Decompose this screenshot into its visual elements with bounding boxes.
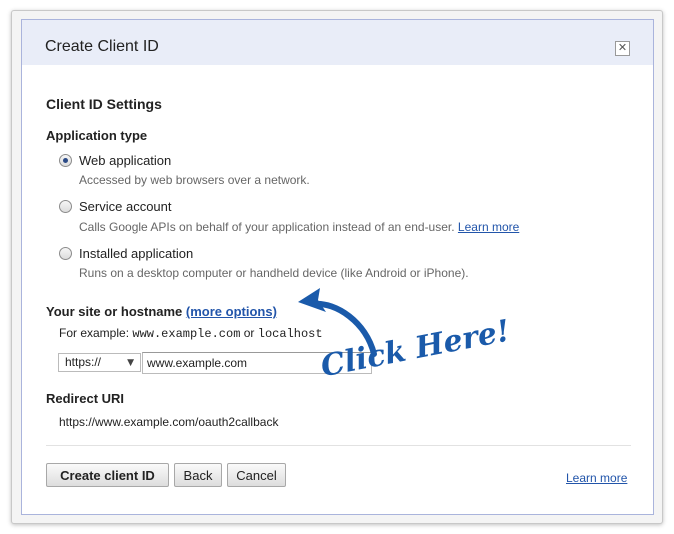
arrow-head — [298, 288, 326, 312]
dialog-title: Create Client ID — [45, 38, 159, 55]
cancel-button[interactable]: Cancel — [227, 463, 286, 487]
protocol-select[interactable]: https:// ▼ — [58, 353, 141, 372]
radio-service-account[interactable] — [59, 200, 72, 213]
chevron-down-icon: ▼ — [127, 358, 134, 368]
protocol-value: https:// — [65, 355, 102, 369]
dialog-titlebar: Create Client ID ✕ — [22, 20, 653, 65]
create-client-id-dialog: Create Client ID ✕ Client ID Settings Ap… — [21, 19, 654, 515]
more-options-link[interactable]: (more options) — [186, 304, 277, 319]
option-desc-installed-application: Runs on a desktop computer or handheld d… — [79, 266, 469, 280]
create-client-id-button[interactable]: Create client ID — [46, 463, 169, 487]
back-button[interactable]: Back — [174, 463, 222, 487]
hostname-heading-text: Your site or hostname — [46, 304, 183, 319]
radio-web-application[interactable] — [59, 154, 72, 167]
hostname-heading: Your site or hostname (more options) — [46, 304, 277, 319]
option-desc-web-application: Accessed by web browsers over a network. — [79, 173, 310, 187]
application-type-heading: Application type — [46, 128, 148, 143]
redirect-uri-heading: Redirect URI — [46, 391, 125, 406]
settings-heading: Client ID Settings — [46, 96, 162, 112]
hostname-example: For example: www.example.com or localhos… — [59, 326, 323, 341]
radio-installed-application[interactable] — [59, 247, 72, 260]
option-desc-service-account: Calls Google APIs on behalf of your appl… — [79, 220, 519, 234]
learn-more-link[interactable]: Learn more — [566, 471, 627, 485]
option-label-installed-application: Installed application — [79, 246, 194, 261]
service-account-description: Calls Google APIs on behalf of your appl… — [79, 220, 455, 234]
option-label-web-application: Web application — [79, 153, 172, 168]
example-host-1: www.example.com — [132, 327, 241, 341]
option-label-service-account: Service account — [79, 199, 172, 214]
divider — [46, 445, 631, 446]
example-or: or — [243, 326, 255, 340]
close-icon[interactable]: ✕ — [615, 41, 630, 56]
example-prefix: For example: — [59, 326, 130, 340]
learn-more-link-service-account[interactable]: Learn more — [458, 220, 519, 234]
redirect-uri-value: https://www.example.com/oauth2callback — [59, 415, 279, 429]
